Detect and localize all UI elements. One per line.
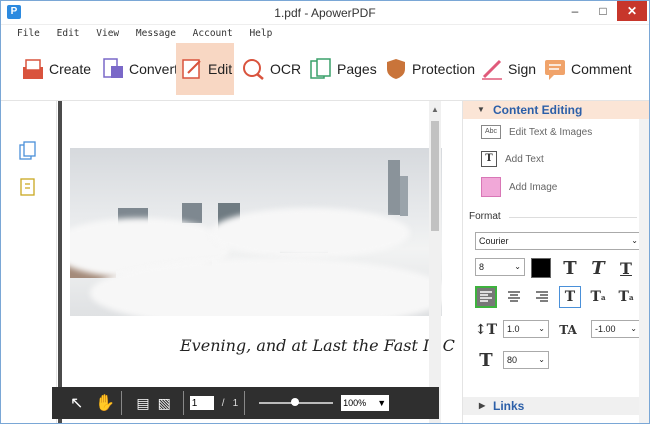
- underline-icon[interactable]: T: [615, 257, 637, 279]
- strikethrough-icon[interactable]: T: [559, 286, 581, 308]
- scrollbar-thumb[interactable]: [431, 121, 439, 231]
- zoom-select[interactable]: 100% ▼: [341, 395, 390, 411]
- city-in-clouds-image[interactable]: [70, 148, 442, 316]
- zoom-slider-knob[interactable]: [291, 398, 300, 406]
- create-label: Create: [49, 61, 92, 77]
- menu-bar: File Edit View Message Account Help: [1, 25, 649, 43]
- fit-width-icon[interactable]: ▤: [136, 395, 149, 412]
- page-number-input[interactable]: [189, 396, 214, 410]
- format-label: Format: [469, 211, 501, 222]
- panel-scrollbar[interactable]: [639, 119, 649, 423]
- create-icon: [21, 57, 45, 81]
- italic-icon[interactable]: T: [587, 257, 609, 279]
- expand-arrow-icon: ▶: [479, 401, 486, 410]
- edit-button[interactable]: Edit: [176, 43, 234, 95]
- fit-page-icon[interactable]: ▧: [158, 395, 171, 412]
- convert-label: Convert: [129, 61, 179, 77]
- pdf-page[interactable]: Evening, and at Last the Fast Is C: [62, 101, 455, 423]
- comment-icon: [543, 57, 567, 81]
- convert-icon: [101, 57, 125, 81]
- create-button[interactable]: Create: [17, 43, 95, 95]
- align-center-icon[interactable]: [503, 286, 525, 308]
- menu-edit[interactable]: Edit: [57, 28, 80, 39]
- font-color-swatch[interactable]: [531, 258, 551, 278]
- scale-icon: T: [479, 349, 493, 371]
- right-panel: ▼ Content Editing Abc Edit Text & Images…: [462, 101, 649, 423]
- chevron-down-icon: ⌄: [631, 236, 638, 245]
- collapse-arrow-icon: ▼: [477, 105, 485, 114]
- chevron-down-icon: ⌄: [538, 324, 545, 333]
- document-viewer: Evening, and at Last the Fast Is C ▲ ↖ ✋…: [52, 101, 455, 423]
- main-toolbar: Create Convert Edit OCR Pages Protection…: [1, 43, 649, 101]
- protection-button[interactable]: Protection: [380, 43, 479, 95]
- bookmarks-icon[interactable]: [19, 177, 37, 197]
- edit-icon: [180, 57, 204, 81]
- thumbnails-icon[interactable]: [19, 141, 37, 161]
- ocr-icon: [242, 57, 266, 81]
- content-editing-header[interactable]: ▼ Content Editing: [463, 101, 649, 119]
- zoom-slider[interactable]: [259, 398, 334, 406]
- chevron-down-icon: ⌄: [538, 355, 545, 364]
- menu-message[interactable]: Message: [136, 28, 176, 39]
- align-left-icon[interactable]: [475, 286, 497, 308]
- left-sidebar: [1, 101, 57, 423]
- document-text[interactable]: Evening, and at Last the Fast Is C: [180, 336, 455, 355]
- sign-button[interactable]: Sign: [476, 43, 540, 95]
- chevron-down-icon: ⌄: [514, 262, 521, 271]
- edit-text-icon: Abc: [481, 125, 501, 139]
- menu-view[interactable]: View: [96, 28, 119, 39]
- ocr-label: OCR: [270, 61, 302, 77]
- total-pages: 1: [232, 397, 239, 409]
- pages-button[interactable]: Pages: [305, 43, 381, 95]
- ocr-button[interactable]: OCR: [238, 43, 305, 95]
- viewer-toolbar: ↖ ✋ ▤ ▧ / 1 100%▼: [52, 387, 439, 419]
- char-spacing-icon: TA: [559, 323, 577, 337]
- bold-icon[interactable]: T: [559, 257, 581, 279]
- chevron-down-icon: ⌄: [630, 324, 637, 333]
- edit-text-images-button[interactable]: Abc Edit Text & Images: [481, 125, 592, 139]
- add-text-button[interactable]: T Add Text: [481, 151, 544, 167]
- line-spacing-icon: ↕T: [474, 322, 498, 338]
- add-image-icon: [481, 177, 501, 197]
- edit-label: Edit: [208, 61, 233, 77]
- page-separator: /: [221, 397, 225, 409]
- superscript-icon[interactable]: Ta: [587, 286, 609, 308]
- document-scrollbar[interactable]: ▲: [429, 101, 441, 423]
- scale-select[interactable]: 80 ⌄: [503, 351, 549, 369]
- select-arrow-icon[interactable]: ↖: [70, 393, 83, 413]
- close-button[interactable]: ✕: [617, 1, 647, 21]
- convert-button[interactable]: Convert: [97, 43, 182, 95]
- window-title: 1.pdf - ApowerPDF: [274, 6, 376, 20]
- chevron-down-icon: ▼: [377, 398, 387, 408]
- menu-help[interactable]: Help: [249, 28, 272, 39]
- sign-label: Sign: [508, 61, 537, 77]
- menu-file[interactable]: File: [17, 28, 40, 39]
- comment-label: Comment: [571, 61, 632, 77]
- font-size-select[interactable]: 8 ⌄: [475, 258, 525, 276]
- add-text-icon: T: [481, 151, 497, 167]
- align-right-icon[interactable]: [531, 286, 553, 308]
- minimize-button[interactable]: –: [561, 1, 589, 21]
- title-bar: P 1.pdf - ApowerPDF – □ ✕: [1, 1, 649, 25]
- maximize-button[interactable]: □: [589, 1, 617, 21]
- subscript-icon[interactable]: Ta: [615, 286, 637, 308]
- pages-label: Pages: [337, 61, 377, 77]
- line-spacing-select[interactable]: 1.0 ⌄: [503, 320, 549, 338]
- shield-icon: [384, 57, 408, 81]
- sign-icon: [480, 57, 504, 81]
- menu-account[interactable]: Account: [193, 28, 233, 39]
- app-window: P 1.pdf - ApowerPDF – □ ✕ File Edit View…: [0, 0, 650, 424]
- hand-tool-icon[interactable]: ✋: [95, 393, 115, 413]
- comment-button[interactable]: Comment: [539, 43, 636, 95]
- pages-icon: [309, 57, 333, 81]
- char-spacing-select[interactable]: -1.00 ⌄: [591, 320, 641, 338]
- protection-label: Protection: [412, 61, 476, 77]
- add-image-button[interactable]: Add Image: [481, 177, 557, 197]
- font-select[interactable]: Courier ⌄: [475, 232, 642, 250]
- links-header[interactable]: ▶ Links: [463, 397, 649, 415]
